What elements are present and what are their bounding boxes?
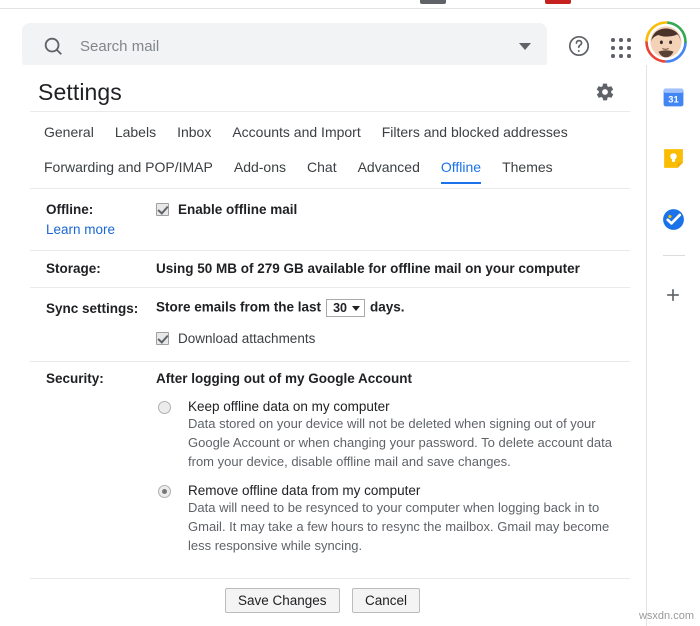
sync-settings-row-label: Sync settings: — [46, 301, 139, 316]
security-option-title: Keep offline data on my computer — [188, 399, 390, 414]
apps-grid-dot — [619, 46, 623, 50]
sync-days-value: 30 — [333, 301, 347, 315]
gmail-settings-screen: Settings General Labels Inbox Accounts and … — [0, 0, 700, 626]
gear-icon[interactable] — [595, 82, 615, 102]
offline-row-label: Offline: — [46, 202, 94, 217]
sync-settings-controls: Store emails from the last 30 days. Downlo… — [156, 299, 405, 346]
keep-icon[interactable] — [661, 146, 686, 171]
security-option-description: Data stored on your device will not be d… — [188, 416, 612, 469]
settings-panel: Settings General Labels Inbox Accounts and … — [0, 65, 645, 626]
apps-grid-dot — [627, 54, 631, 58]
action-buttons: Save Changes Cancel — [0, 588, 645, 613]
tabs-divider — [30, 188, 630, 189]
calendar-day-number: 31 — [668, 94, 678, 104]
download-attachments-checkbox[interactable] — [156, 332, 169, 345]
security-option-radio[interactable] — [158, 401, 171, 414]
settings-tabs-row-2: Forwarding and POP/IMAP Add-ons Chat Advanc… — [44, 159, 574, 184]
search-bar[interactable] — [22, 23, 547, 69]
tab-themes[interactable]: Themes — [502, 159, 553, 184]
security-options-group: Keep offline data on my computer Data sto… — [156, 399, 613, 567]
browser-tab-marker — [545, 0, 571, 4]
store-emails-line: Store emails from the last 30 days. — [156, 299, 405, 317]
chevron-down-icon — [519, 42, 531, 50]
apps-grid-icon[interactable] — [607, 34, 631, 58]
title-divider — [30, 111, 630, 112]
storage-usage-text: Using 50 MB of 279 GB available for offl… — [156, 261, 580, 276]
settings-tabs-row-1: General Labels Inbox Accounts and Import Fil… — [44, 124, 589, 149]
security-row-label: Security: — [46, 371, 104, 386]
page-title: Settings — [38, 79, 122, 105]
learn-more-link[interactable]: Learn more — [46, 222, 115, 237]
security-option[interactable]: Remove offline data from my computer Data… — [156, 483, 613, 555]
right-side-rail: 31 — [646, 65, 700, 626]
apps-grid-dot — [611, 54, 615, 58]
tab-accounts-and-import[interactable]: Accounts and Import — [232, 124, 360, 149]
security-option-title: Remove offline data from my computer — [188, 483, 421, 498]
enable-offline-mail-control: Enable offline mail — [156, 202, 297, 217]
tab-labels[interactable]: Labels — [115, 124, 156, 149]
save-changes-button[interactable]: Save Changes — [224, 588, 340, 613]
top-bar — [0, 9, 700, 69]
add-icon[interactable] — [663, 285, 683, 305]
security-heading: After logging out of my Google Account — [156, 371, 412, 386]
download-attachments-label: Download attachments — [178, 331, 316, 346]
store-emails-suffix: days. — [369, 299, 405, 315]
storage-row-label: Storage: — [46, 261, 101, 276]
tab-offline[interactable]: Offline — [440, 159, 482, 184]
sync-divider — [30, 361, 630, 362]
storage-divider — [30, 287, 630, 288]
offline-divider — [30, 250, 630, 251]
tasks-icon[interactable] — [661, 207, 686, 232]
apps-grid-dot — [627, 46, 631, 50]
sync-days-select[interactable]: 30 — [326, 299, 365, 317]
apps-grid-dot — [627, 38, 631, 42]
tab-general[interactable]: General — [44, 124, 94, 149]
security-option-description: Data will need to be resynced to your co… — [188, 500, 610, 553]
search-icon — [44, 37, 62, 55]
tab-inbox[interactable]: Inbox — [177, 124, 211, 149]
browser-chrome-sliver — [0, 0, 700, 9]
enable-offline-mail-checkbox[interactable] — [156, 203, 169, 216]
search-input[interactable] — [80, 37, 509, 55]
chevron-down-icon — [351, 306, 360, 312]
tab-filters-and-blocked-addresses[interactable]: Filters and blocked addresses — [382, 124, 568, 149]
rail-divider — [663, 255, 685, 256]
calendar-icon[interactable]: 31 — [661, 85, 686, 110]
user-avatar[interactable] — [645, 21, 687, 63]
actions-divider — [30, 578, 630, 579]
help-circle-icon[interactable] — [567, 34, 591, 58]
tab-advanced[interactable]: Advanced — [358, 159, 420, 184]
watermark: wsxdn.com — [638, 610, 694, 622]
tab-chat[interactable]: Chat — [307, 159, 337, 184]
cancel-button[interactable]: Cancel — [351, 588, 421, 613]
store-emails-prefix: Store emails from the last — [156, 299, 322, 315]
apps-grid-dot — [611, 38, 615, 42]
security-option[interactable]: Keep offline data on my computer Data sto… — [156, 399, 613, 471]
download-attachments-control: Download attachments — [156, 331, 405, 346]
tab-forwarding-and-pop-imap[interactable]: Forwarding and POP/IMAP — [44, 159, 213, 184]
enable-offline-mail-label: Enable offline mail — [178, 202, 298, 217]
apps-grid-dot — [619, 38, 623, 42]
browser-tab-marker — [420, 0, 446, 4]
apps-grid-dot — [611, 46, 615, 50]
apps-grid-dot — [619, 54, 623, 58]
security-option-radio[interactable] — [158, 485, 171, 498]
search-options-button[interactable] — [509, 23, 541, 69]
tab-add-ons[interactable]: Add-ons — [234, 159, 286, 184]
